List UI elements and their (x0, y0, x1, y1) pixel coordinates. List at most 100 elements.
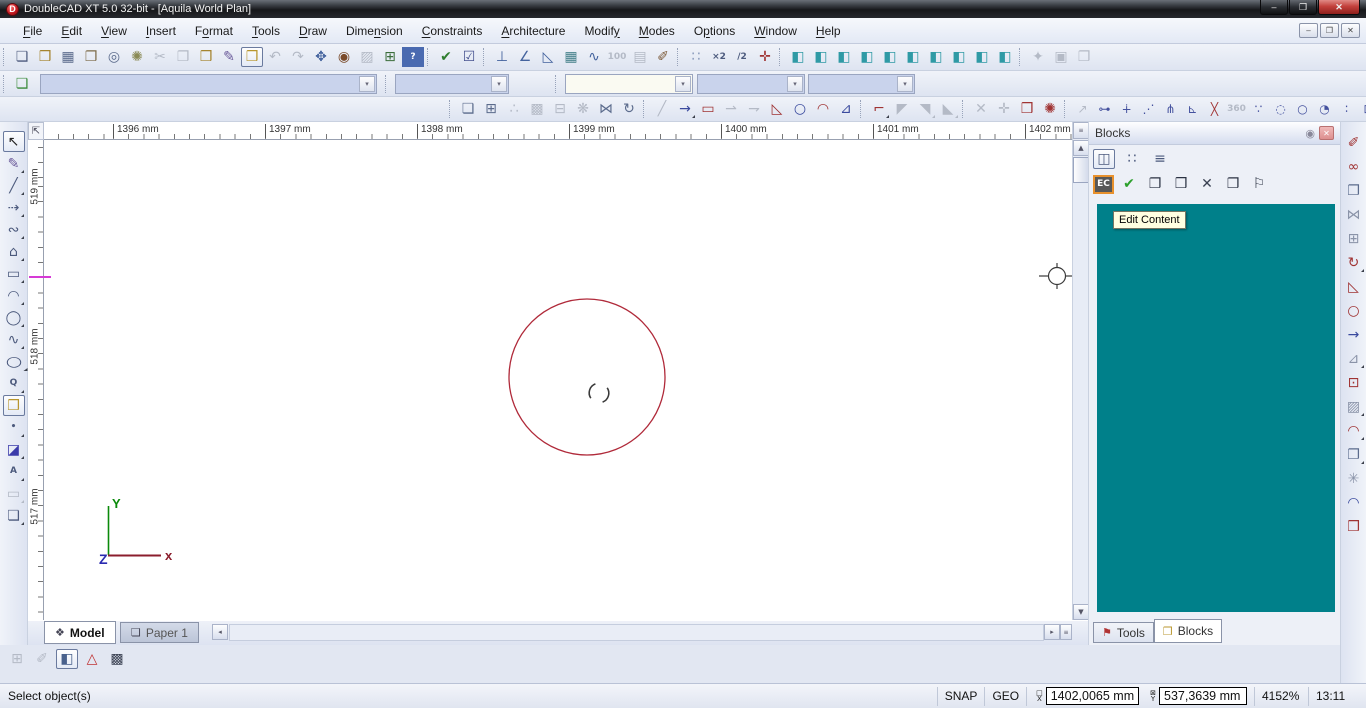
help[interactable]: ? (402, 47, 424, 67)
viewport-tool[interactable]: ❏ (3, 505, 25, 526)
mdi-minimize-button[interactable]: – (1299, 23, 1318, 38)
toolbar-grip[interactable] (677, 48, 682, 66)
publish[interactable]: ❐ (80, 47, 102, 67)
menu-draw[interactable]: Draw (290, 21, 336, 41)
toolbar-grip[interactable] (1019, 48, 1024, 66)
grid-dots[interactable]: ∷ (685, 47, 707, 67)
tile-view[interactable]: ⊞ (480, 99, 502, 119)
inspect-vector[interactable]: ∠ (514, 47, 536, 67)
drawn-circle[interactable] (508, 298, 666, 456)
tab-model[interactable]: ❖ Model (44, 621, 116, 644)
arc-tool[interactable]: ◠ (3, 285, 25, 306)
snap-grid-point[interactable]: ⊡ (1358, 99, 1366, 119)
stack-pages[interactable]: ❏ (457, 99, 479, 119)
circle-tool[interactable]: ◯ (3, 307, 25, 328)
chevron-down-icon[interactable]: ▾ (787, 75, 803, 92)
vertical-scrollbar[interactable]: ≡ ▲ ▼ (1072, 122, 1089, 620)
edit-content-mode[interactable]: ❒ (241, 47, 263, 67)
minimize-button[interactable]: – (1260, 0, 1288, 15)
pan[interactable]: ✥ (310, 47, 332, 67)
rectangle-tool[interactable]: ▭ (3, 263, 25, 284)
blocks-content[interactable] (1097, 204, 1335, 612)
view-list[interactable]: ∷ (1121, 149, 1143, 169)
print-entity[interactable]: ❒ (1343, 517, 1365, 537)
toolbar-grip[interactable] (449, 100, 454, 118)
mirror-entity[interactable]: ⋈ (1343, 205, 1365, 225)
pattern-combo[interactable]: ▾ (808, 73, 915, 94)
menu-edit[interactable]: Edit (52, 21, 91, 41)
workplane-by-entity[interactable]: ◧ (787, 47, 809, 67)
menu-options[interactable]: Options (685, 21, 744, 41)
snap-toggle[interactable]: SNAP (936, 686, 985, 706)
point-tool[interactable]: • (3, 417, 25, 438)
spell-check[interactable]: ✔ (435, 47, 457, 67)
group-copy[interactable]: ❐ (1343, 445, 1365, 465)
duplicate-entity[interactable]: ❐ (1343, 181, 1365, 201)
chevron-down-icon[interactable]: ▾ (359, 75, 375, 92)
polyline[interactable]: → (674, 99, 696, 119)
arc-entity[interactable]: ◠ (1343, 493, 1365, 513)
polygon-entity[interactable]: ⊿ (1343, 349, 1365, 369)
delete-block[interactable]: ✕ (1196, 174, 1218, 194)
arc[interactable]: ◠ (812, 99, 834, 119)
chevron-down-icon[interactable]: ▾ (675, 75, 691, 92)
set-square[interactable]: ◺ (766, 99, 788, 119)
linestyle-combo[interactable]: ▾ (565, 73, 693, 94)
menu-insert[interactable]: Insert (137, 21, 185, 41)
toolbar-grip[interactable] (427, 48, 432, 66)
toolbar-grip[interactable] (962, 100, 967, 118)
toolbar-grip[interactable] (555, 74, 560, 93)
degrade-warning[interactable]: △ (81, 649, 103, 669)
menu-modes[interactable]: Modes (630, 21, 684, 41)
workplane-left[interactable]: ◧ (856, 47, 878, 67)
toolbar-grip[interactable] (3, 48, 8, 66)
view-iso-sw[interactable]: ◧ (994, 47, 1016, 67)
format-painter[interactable]: ✎ (218, 47, 240, 67)
vscroll-thumb[interactable] (1073, 157, 1089, 183)
save-block[interactable]: ❒ (1170, 174, 1192, 194)
inspect-curve[interactable]: ∿ (583, 47, 605, 67)
fillet[interactable]: ⌐ (868, 99, 890, 119)
edit-eraser[interactable]: ✐ (1343, 133, 1365, 153)
polyline-entity[interactable]: → (1343, 325, 1365, 345)
image-attach[interactable]: ⊡ (1343, 373, 1365, 393)
snap-nearest[interactable]: ⋰ (1138, 99, 1159, 119)
zoom-previous[interactable]: ◉ (333, 47, 355, 67)
copy-from-drawing[interactable]: ❐ (1222, 174, 1244, 194)
app-icon[interactable]: D (6, 2, 19, 16)
snap-center[interactable]: ◌ (1270, 99, 1291, 119)
fillet-entity[interactable]: ◠ (1343, 421, 1365, 441)
toolbar-grip[interactable] (483, 48, 488, 66)
copy-circles[interactable]: ∞ (1343, 157, 1365, 177)
inspect-angle[interactable]: ◺ (537, 47, 559, 67)
geo-toggle[interactable]: GEO (984, 686, 1026, 706)
rotate-copy[interactable]: ↻ (618, 99, 640, 119)
construction-tool[interactable]: ⇢ (3, 197, 25, 218)
check-drawing[interactable]: ☑ (458, 47, 480, 67)
snap-endpoint[interactable]: ∔ (1116, 99, 1137, 119)
menu-tools[interactable]: Tools (243, 21, 289, 41)
polygon-tool[interactable]: ⌂ (3, 241, 25, 262)
toolbar-grip[interactable] (643, 100, 648, 118)
center-mark[interactable]: ✺ (1039, 99, 1061, 119)
menu-help[interactable]: Help (807, 21, 850, 41)
y-coordinate-field[interactable]: 537,3639 mm (1159, 687, 1247, 705)
save-file[interactable]: ▦ (57, 47, 79, 67)
menu-dimension[interactable]: Dimension (337, 21, 412, 41)
menu-modify[interactable]: Modify (575, 21, 628, 41)
settings-gear[interactable]: ✺ (126, 47, 148, 67)
calculator[interactable]: ⊞ (379, 47, 401, 67)
snap-perpendicular[interactable]: ⊾ (1182, 99, 1203, 119)
layer-combo[interactable]: ▾ (40, 73, 377, 94)
snap-arc-center[interactable]: ○ (1292, 99, 1313, 119)
view-iso-se[interactable]: ◧ (971, 47, 993, 67)
open-file[interactable]: ❒ (34, 47, 56, 67)
render-finish[interactable]: ▩ (106, 649, 128, 669)
mdi-close-button[interactable]: ✕ (1341, 23, 1360, 38)
explode-entity[interactable]: ✳ (1343, 469, 1365, 489)
workplane-right[interactable]: ◧ (879, 47, 901, 67)
sketch-tool[interactable]: ✎ (3, 153, 25, 174)
tab-scroll-left-button[interactable]: ◂ (212, 624, 228, 640)
toolbar-grip[interactable] (1064, 100, 1069, 118)
polyline-tool[interactable]: ∾ (3, 219, 25, 240)
